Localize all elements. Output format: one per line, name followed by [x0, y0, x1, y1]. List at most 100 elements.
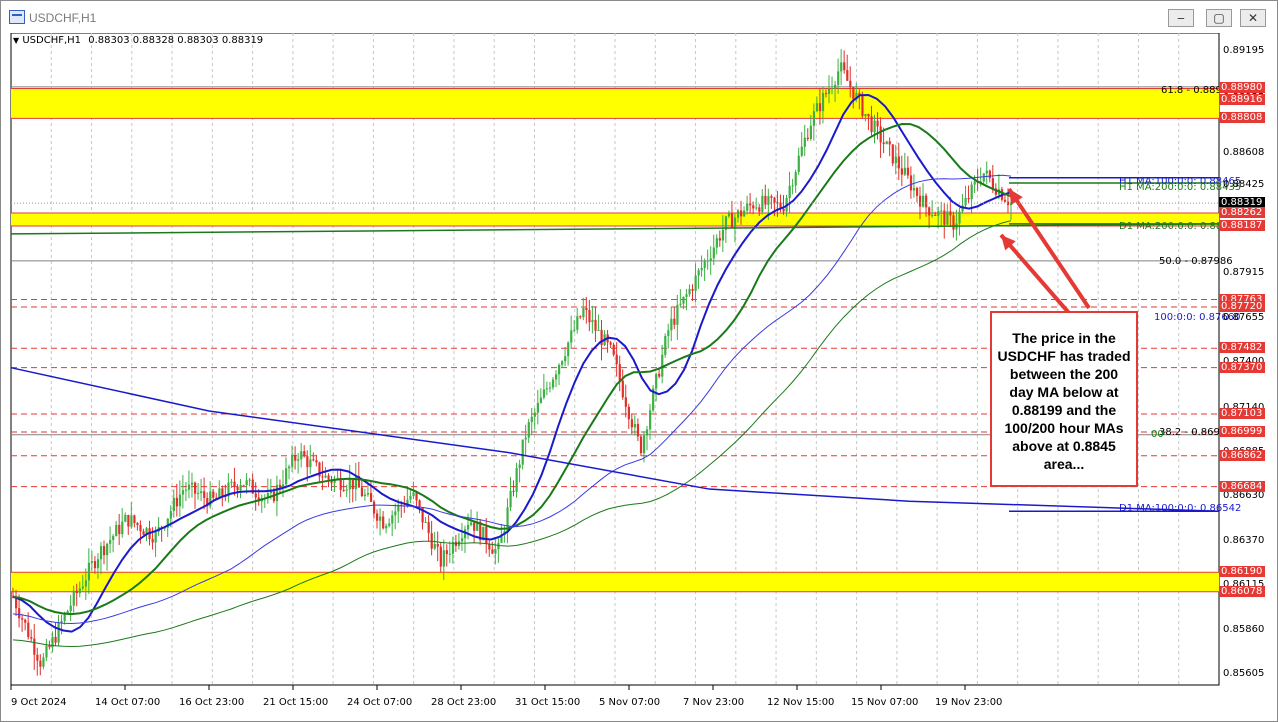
candle-body	[278, 484, 282, 488]
candle-body	[93, 561, 97, 569]
title-bar[interactable]: USDCHF,H1 ‒ ▢ ✕	[1, 1, 1277, 33]
candle-body	[184, 489, 188, 491]
candle-body	[342, 489, 345, 491]
price-marker-label: 0.87103	[1219, 407, 1265, 419]
candle-body	[703, 261, 706, 268]
price-tick-label: 0.86630	[1223, 489, 1265, 501]
candle-body	[885, 141, 888, 145]
candle-body	[327, 475, 330, 480]
candle-body	[415, 492, 418, 501]
candle-body	[75, 590, 78, 594]
candle-body	[800, 146, 803, 156]
candle-body	[937, 211, 940, 216]
candle-body	[99, 546, 103, 560]
price-marker-label: 0.88916	[1219, 93, 1265, 105]
price-tick-label: 0.88425	[1223, 178, 1265, 190]
candle-body	[743, 210, 746, 217]
ohlc-values: 0.88303 0.88328 0.88303 0.88319	[88, 35, 264, 46]
candle-body	[291, 454, 294, 467]
candle-body	[861, 95, 864, 117]
candle-body	[649, 410, 652, 430]
candle-body	[54, 636, 57, 643]
candle-body	[521, 439, 524, 465]
candle-body	[33, 638, 36, 655]
candle-body	[197, 493, 200, 495]
candle-body	[770, 196, 773, 198]
chart-window-icon	[9, 10, 25, 24]
candle-body	[369, 493, 373, 502]
candle-body	[527, 422, 530, 438]
candle-body	[545, 388, 549, 390]
candle-body	[254, 493, 257, 498]
candle-body	[879, 126, 882, 143]
price-marker-label: 0.87370	[1219, 361, 1265, 373]
candle-body	[285, 468, 288, 485]
candle-body	[554, 374, 558, 380]
close-button[interactable]: ✕	[1240, 9, 1266, 27]
candle-body	[609, 342, 612, 345]
candle-body	[454, 541, 458, 546]
candle-body	[294, 454, 297, 461]
candle-body	[348, 479, 351, 490]
candle-body	[925, 195, 928, 208]
candle-body	[172, 497, 175, 512]
candle-body	[60, 621, 63, 623]
candle-body	[909, 175, 913, 191]
candle-body	[597, 329, 600, 331]
restore-button[interactable]: ▢	[1206, 9, 1232, 27]
candle-body	[539, 397, 543, 403]
candle-body	[391, 515, 394, 524]
candle-body	[324, 475, 327, 478]
candle-body	[615, 354, 618, 365]
candle-body	[570, 330, 573, 343]
candle-body	[515, 468, 518, 492]
candle-body	[121, 521, 124, 535]
candle-body	[439, 546, 442, 567]
candle-body	[900, 168, 903, 175]
candle-body	[236, 486, 239, 491]
candle-body	[190, 482, 194, 485]
candle-body	[667, 330, 670, 336]
candle-body	[424, 522, 427, 524]
candle-body	[460, 538, 464, 542]
candle-body	[118, 524, 121, 535]
symbol-label: USDCHF,H1	[22, 35, 82, 46]
candle-body	[964, 197, 967, 206]
price-marker-label: 0.88980	[1219, 82, 1265, 94]
candle-body	[803, 137, 806, 147]
candle-body	[533, 412, 536, 417]
candle-body	[827, 88, 831, 94]
candle-body	[837, 71, 840, 85]
candle-body	[448, 553, 452, 555]
candle-body	[203, 491, 206, 499]
candle-body	[982, 173, 985, 182]
minimize-button[interactable]: ‒	[1168, 9, 1194, 27]
candle-body	[755, 207, 758, 209]
candle-body	[591, 319, 594, 323]
candle-body	[843, 62, 846, 71]
candle-body	[564, 356, 567, 362]
time-tick-label: 16 Oct 23:00	[179, 697, 245, 708]
time-tick-label: 19 Nov 23:00	[935, 697, 1003, 708]
time-tick-label: 14 Oct 07:00	[95, 697, 161, 708]
chart-area[interactable]: ▼ USDCHF,H1 0.88303 0.88328 0.88303 0.88…	[9, 33, 1271, 715]
candle-body	[221, 488, 224, 497]
candle-body	[87, 562, 91, 581]
candle-body	[169, 511, 172, 519]
price-marker-label: 0.87482	[1219, 342, 1265, 354]
candle-body	[712, 247, 715, 259]
candle-body	[970, 184, 973, 200]
candle-body	[388, 523, 391, 526]
candle-body	[109, 539, 112, 544]
candle-body	[700, 267, 703, 271]
dropdown-triangle-icon[interactable]: ▼	[13, 36, 19, 45]
candle-body	[142, 531, 145, 535]
candle-body	[39, 660, 42, 667]
candle-body	[90, 561, 94, 563]
candle-body	[303, 451, 306, 457]
time-tick-label: 12 Nov 15:00	[767, 697, 835, 708]
candle-body	[621, 380, 624, 398]
candle-body	[69, 605, 72, 612]
candle-body	[409, 496, 412, 500]
candle-body	[524, 437, 527, 440]
